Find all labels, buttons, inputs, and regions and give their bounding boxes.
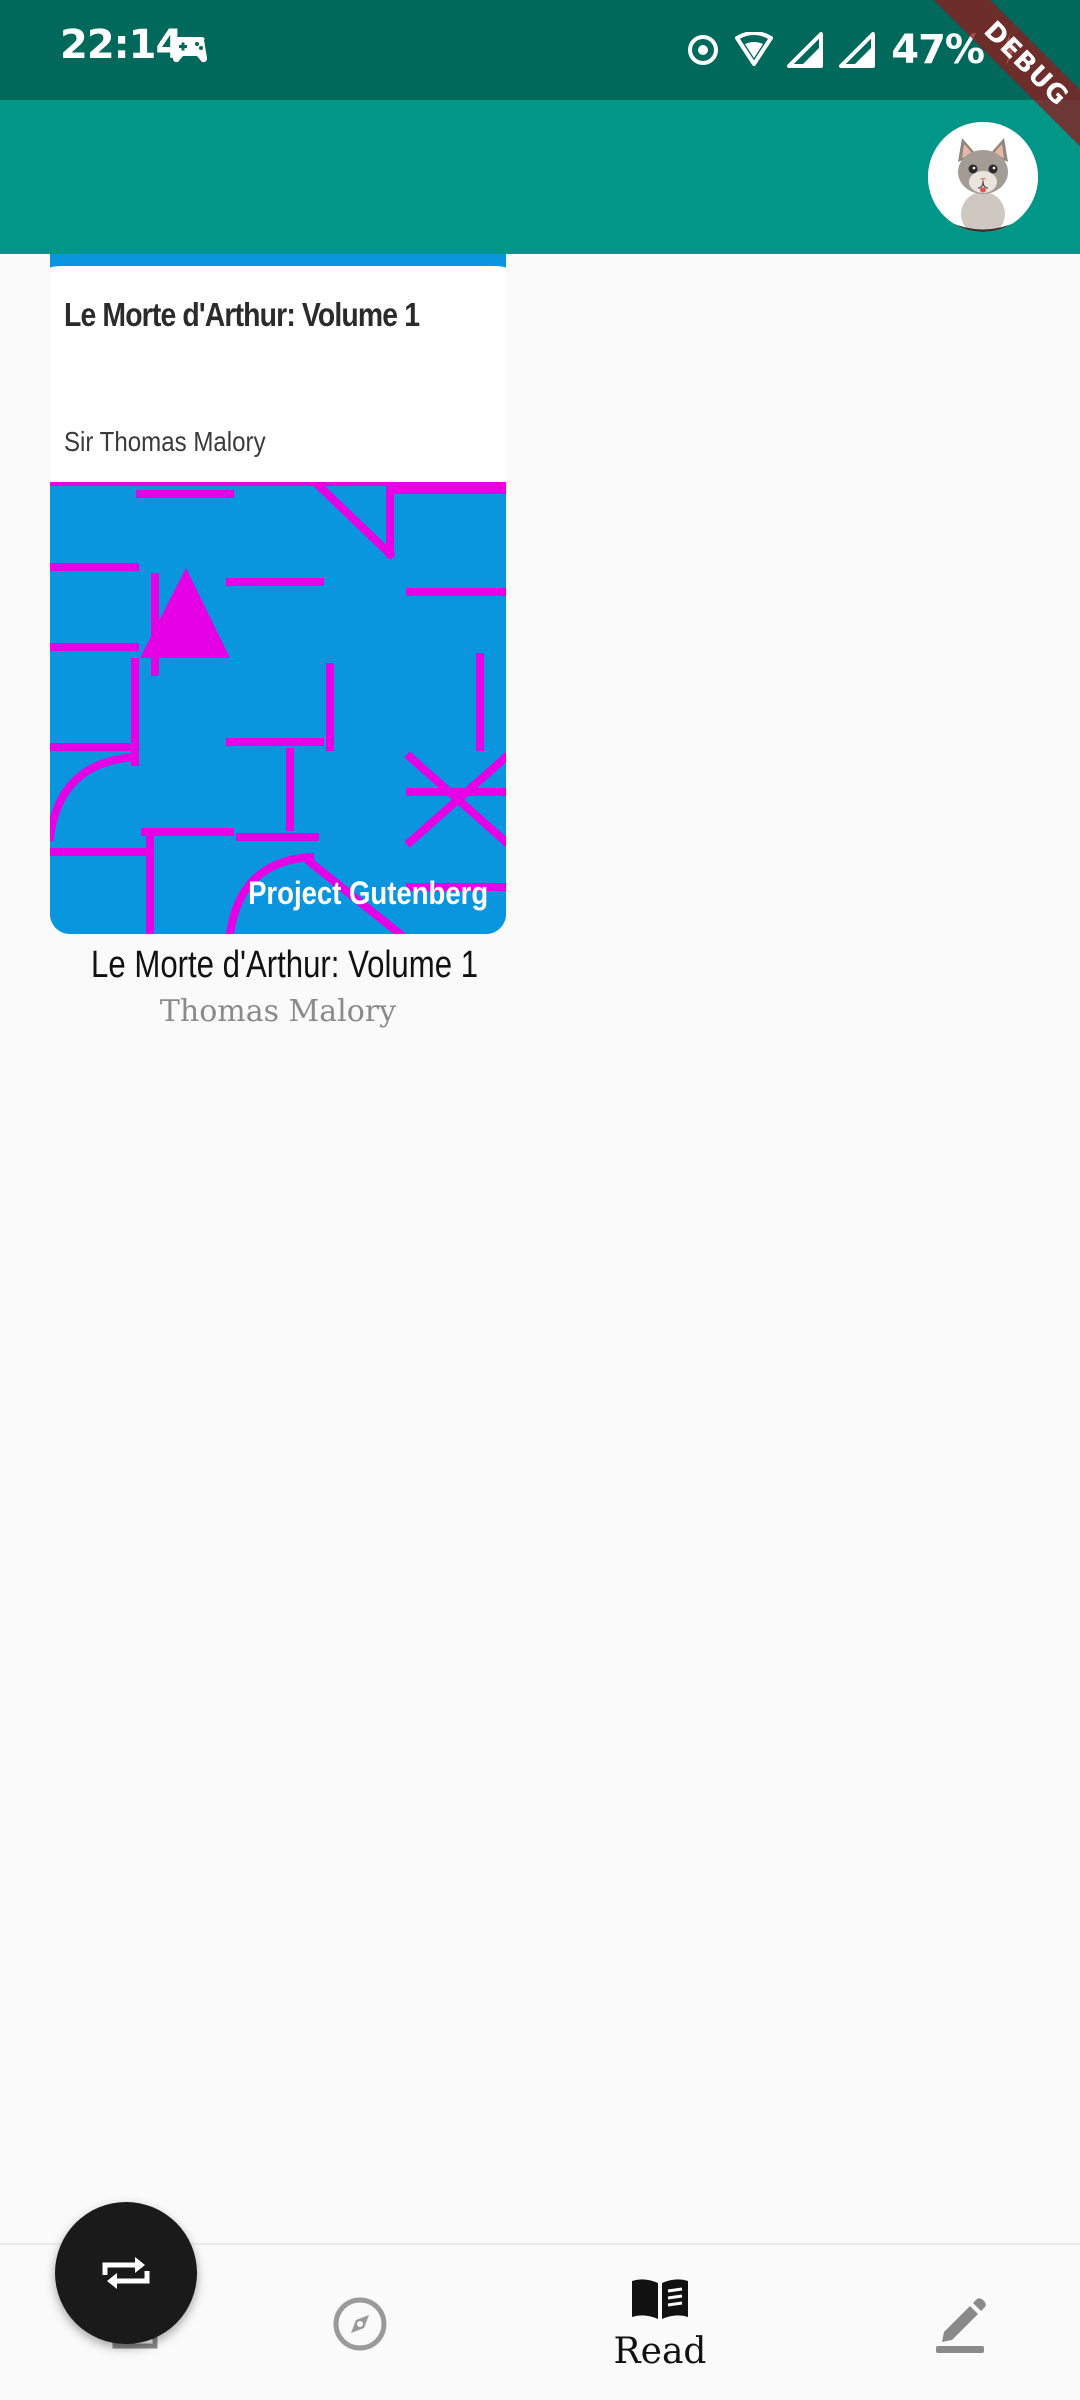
compass-icon: [333, 2297, 387, 2350]
nav-item-read[interactable]: Read: [525, 2245, 795, 2400]
wifi-icon: [735, 32, 774, 66]
swap-fab-button[interactable]: [55, 2202, 197, 2344]
nav-label-read: Read: [613, 2331, 707, 2372]
cover-author: Sir Thomas Malory: [64, 426, 266, 457]
swap-icon: [102, 2257, 150, 2289]
debug-banner-container: DEBUG: [920, 0, 1080, 160]
book-title: Le Morte d'Arthur: Volume 1: [91, 944, 479, 986]
cover-publisher: Project Gutenberg: [247, 875, 488, 911]
signal-icon: [839, 32, 876, 68]
book-cover: Le Morte d'Arthur: Volume 1 Sir Thomas M…: [50, 254, 506, 934]
open-book-icon: [632, 2279, 688, 2319]
pencil-icon: [936, 2297, 986, 2353]
cover-title: Le Morte d'Arthur: Volume 1: [64, 296, 420, 333]
status-bar: 22:14 47%: [0, 0, 1080, 100]
app-bar: [0, 100, 1080, 254]
cover-pattern: [50, 482, 506, 934]
data-saver-icon: [688, 35, 719, 65]
debug-banner: DEBUG: [920, 0, 1080, 160]
book-author: Thomas Malory: [159, 994, 397, 1029]
nav-item-write[interactable]: [825, 2245, 1080, 2400]
cover-header: Le Morte d'Arthur: Volume 1 Sir Thomas M…: [50, 254, 506, 482]
book-card[interactable]: Le Morte d'Arthur: Volume 1 Sir Thomas M…: [50, 254, 506, 1029]
game-controller-icon: [173, 37, 207, 63]
nav-item-explore[interactable]: [225, 2245, 495, 2400]
status-time: 22:14: [60, 22, 183, 68]
signal-icon: [787, 32, 824, 68]
